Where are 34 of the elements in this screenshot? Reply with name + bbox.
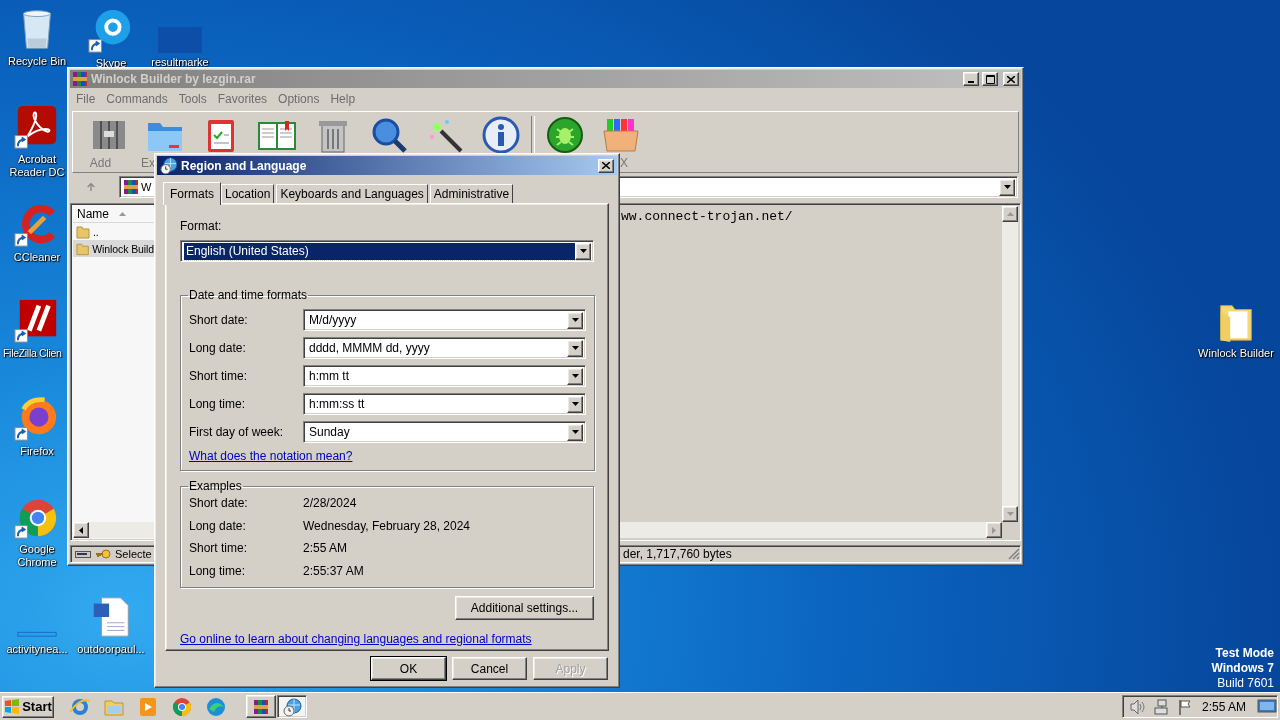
icon-label: Google Chrome [16,543,58,569]
field-label: Long time: [189,563,247,578]
icon-label: Firefox [20,445,54,458]
icon-label: outdoorpaul... [77,643,145,656]
example-value: 2:55:37 AM [303,563,364,578]
group-title: Examples [188,479,243,493]
icon-label: activitynea... [6,643,68,656]
icon-label: CCleaner [13,251,61,264]
icon-label: Acrobat Reader DC [8,153,66,179]
example-value: Wednesday, February 28, 2024 [303,518,470,533]
field-label: Long date: [189,518,247,533]
field-label: First day of week: [189,425,285,439]
os-notice-text: Build 7601 [1217,676,1274,691]
window-title: Winlock Builder by lezgin.rar [91,72,257,86]
os-notice-text: Windows 7 [1211,661,1274,676]
example-value: 2:55 AM [303,541,348,555]
icon-label: Winlock Builder [1198,347,1274,360]
status-text: Selecte [115,548,152,560]
field-label: Short date: [189,313,249,327]
icon-label: FileZilla Clien [3,347,62,360]
icon-label: resultmarke [151,56,209,69]
field-label: Long date: [189,341,247,355]
field-label: Long time: [189,397,247,411]
field-label: Format: [180,219,223,233]
field-label: Short time: [189,369,249,383]
comment-text: ww.connect-trojan.net/ [620,208,794,226]
status-text: der, 1,717,760 bytes [623,547,732,561]
field-label: Short date: [189,496,249,510]
group-title: Date and time formats [188,288,309,302]
icon-label: Recycle Bin [7,55,67,68]
os-notice-text: Test Mode [1215,646,1274,661]
example-value: 2/28/2024 [303,496,357,510]
window-title: Region and Language [181,158,308,173]
field-label: Short time: [189,541,249,555]
